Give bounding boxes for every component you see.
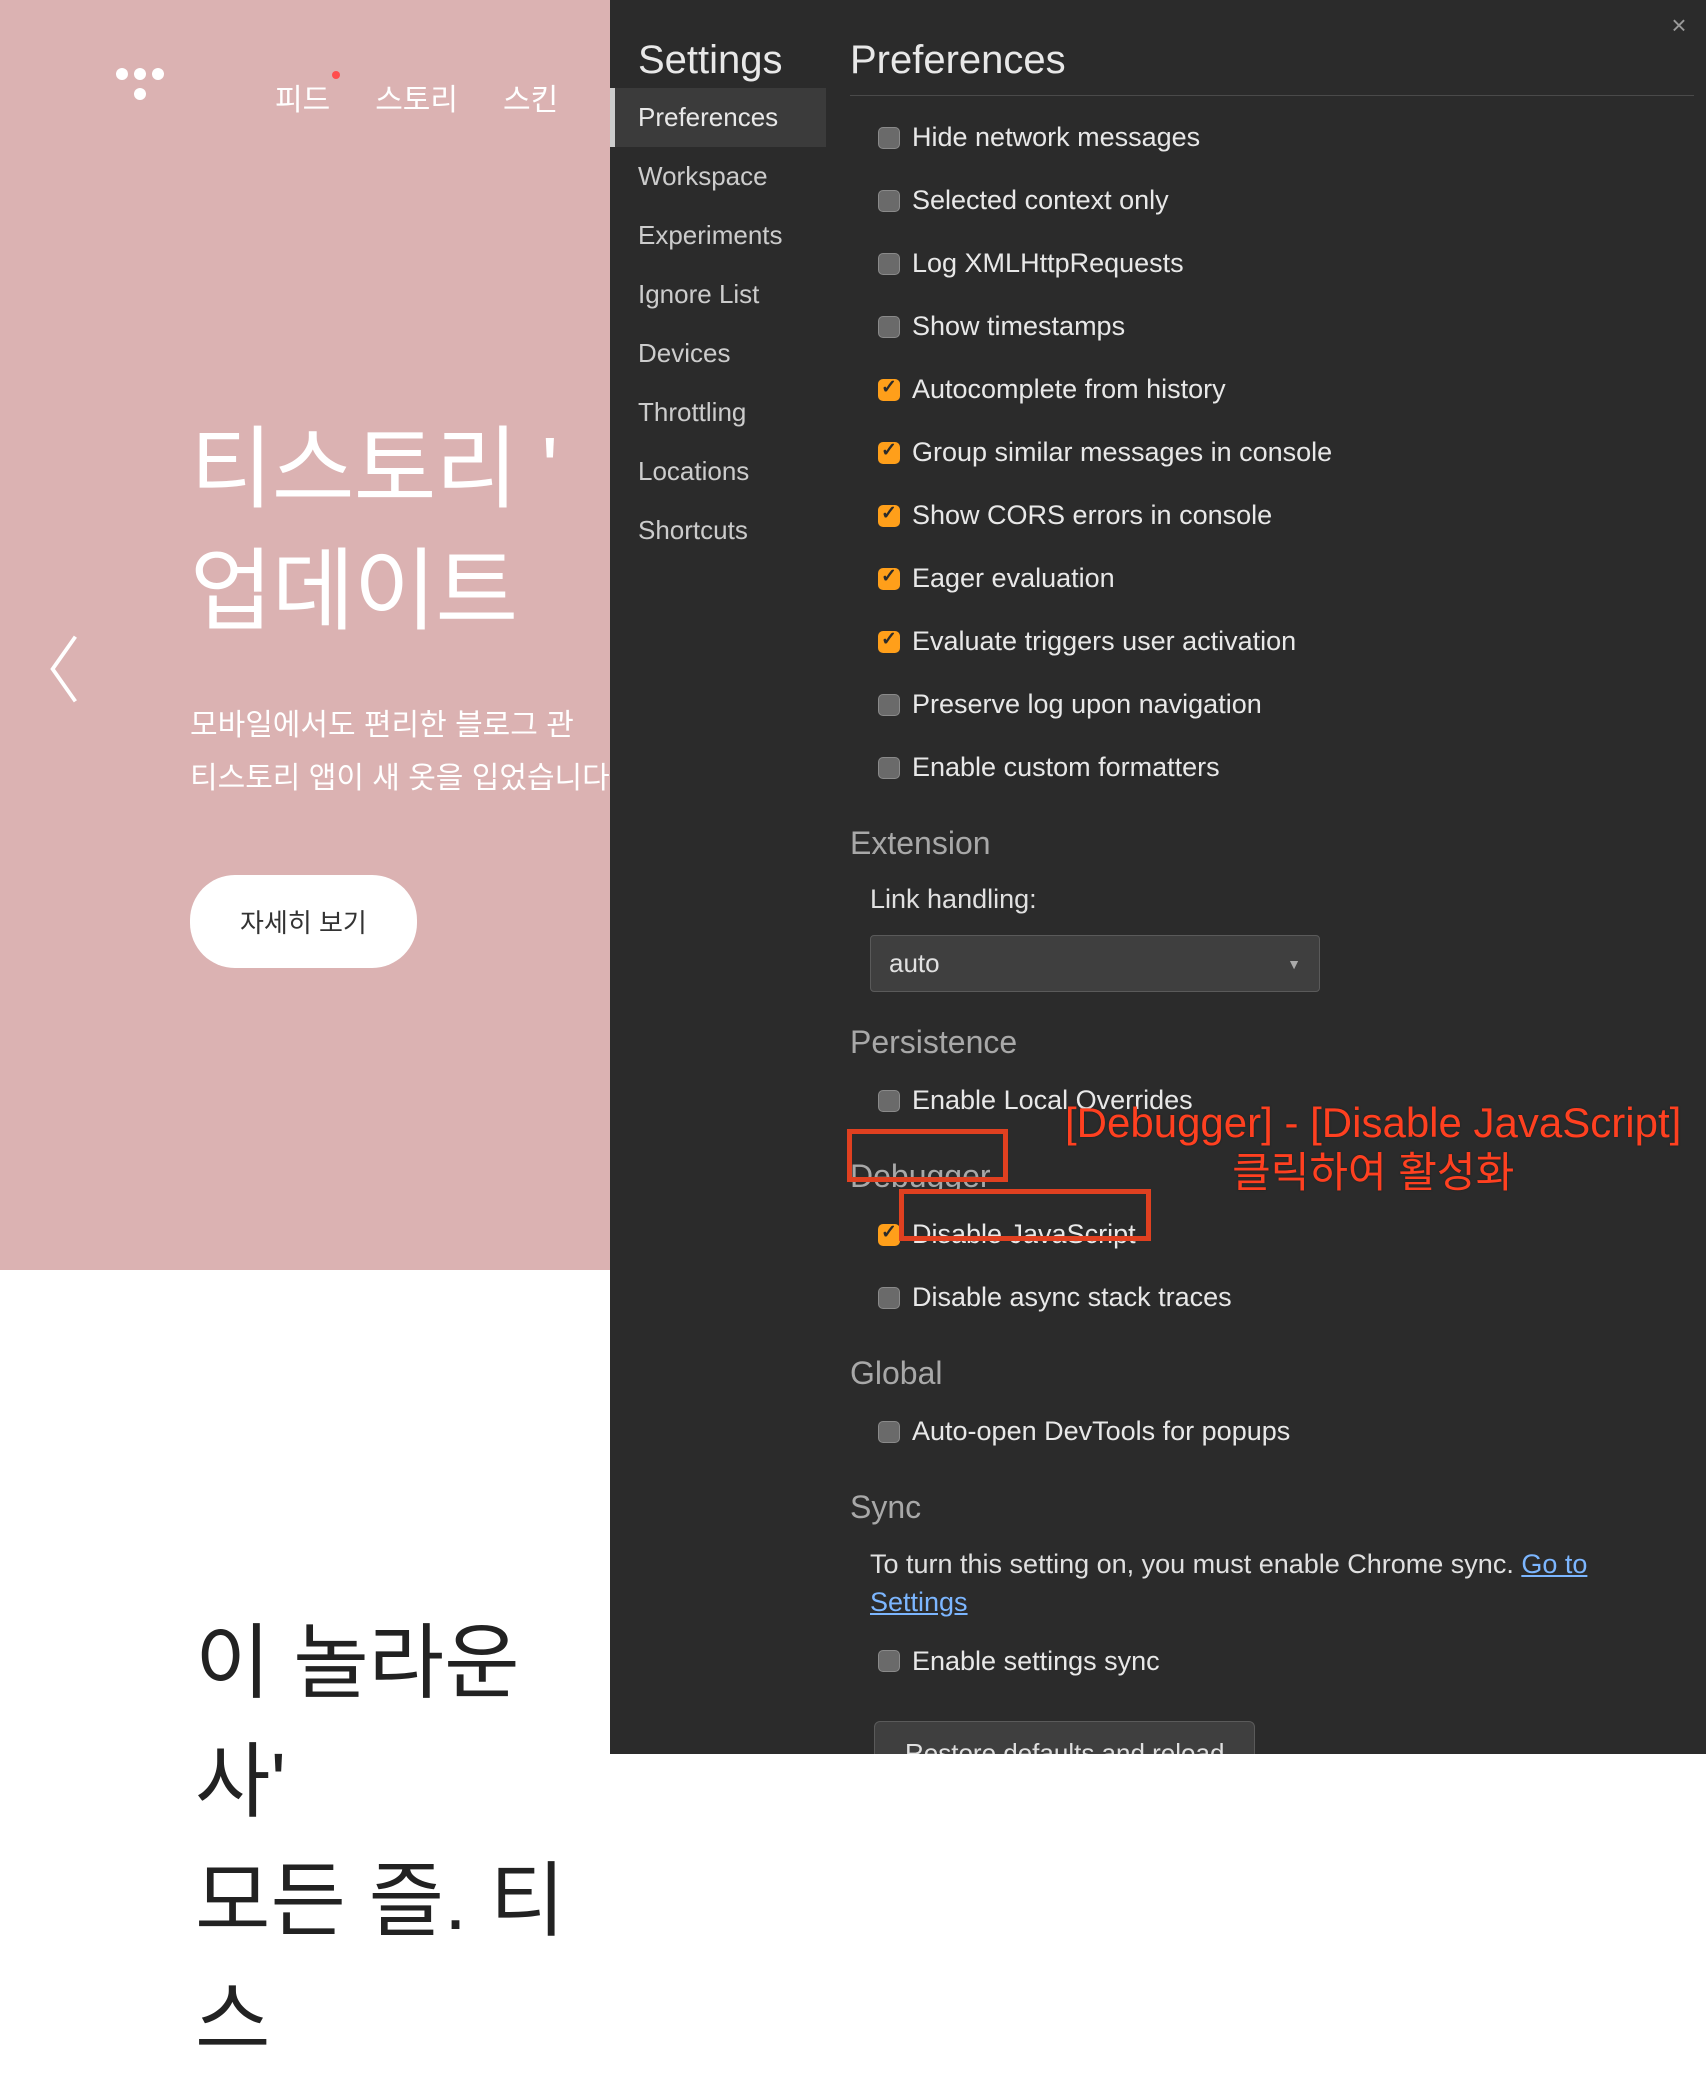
link-handling-select[interactable]: auto ▼ [870, 935, 1320, 992]
pref-custom-formatters[interactable]: Enable custom formatters [838, 736, 1706, 799]
hero-cta-button[interactable]: 자세히 보기 [190, 875, 417, 968]
sidebar-item-preferences[interactable]: Preferences [610, 88, 826, 147]
checkbox-icon[interactable] [878, 694, 900, 716]
pref-disable-async-stack[interactable]: Disable async stack traces [838, 1266, 1706, 1329]
nav-story[interactable]: 스토리 [375, 75, 458, 119]
devtools-settings-panel: Settings × Preferences Workspace Experim… [610, 0, 1706, 1754]
checkbox-icon[interactable] [878, 757, 900, 779]
hero-title: 티스토리 ' 업데이트 [190, 410, 557, 653]
pref-cors-errors[interactable]: Show CORS errors in console [838, 484, 1706, 547]
checkbox-icon[interactable] [878, 253, 900, 275]
section-persistence: Persistence [838, 998, 1706, 1069]
pref-group-similar[interactable]: Group similar messages in console [838, 421, 1706, 484]
checkbox-icon[interactable] [878, 379, 900, 401]
section-global: Global [838, 1329, 1706, 1400]
annotation-text: [Debugger] - [Disable JavaScript] 클릭하여 활… [1065, 1098, 1681, 1199]
section-extension: Extension [838, 799, 1706, 870]
pref-preserve-log[interactable]: Preserve log upon navigation [838, 673, 1706, 736]
pref-eval-triggers[interactable]: Evaluate triggers user activation [838, 610, 1706, 673]
sidebar-item-shortcuts[interactable]: Shortcuts [610, 501, 826, 560]
settings-sidebar: Preferences Workspace Experiments Ignore… [610, 88, 826, 560]
checkbox-icon[interactable] [878, 631, 900, 653]
preferences-title: Preferences [838, 0, 1706, 95]
sidebar-item-experiments[interactable]: Experiments [610, 206, 826, 265]
checkbox-icon[interactable] [878, 190, 900, 212]
pref-auto-open-devtools[interactable]: Auto-open DevTools for popups [838, 1400, 1706, 1463]
top-nav: 피드 스토리 스킨 [275, 75, 558, 119]
sidebar-item-ignore-list[interactable]: Ignore List [610, 265, 826, 324]
pref-show-timestamps[interactable]: Show timestamps [838, 295, 1706, 358]
pref-selected-context[interactable]: Selected context only [838, 169, 1706, 232]
checkbox-icon[interactable] [878, 1421, 900, 1443]
background-page: 피드 스토리 스킨 티스토리 ' 업데이트 모바일에서도 편리한 블로그 관 티… [0, 0, 610, 1754]
pref-log-xhr[interactable]: Log XMLHttpRequests [838, 232, 1706, 295]
pref-disable-javascript[interactable]: Disable JavaScript [838, 1203, 1706, 1266]
sidebar-item-devices[interactable]: Devices [610, 324, 826, 383]
pref-autocomplete[interactable]: Autocomplete from history [838, 358, 1706, 421]
preferences-content: Preferences Hide network messages Select… [838, 0, 1706, 1754]
link-handling-label: Link handling: [838, 870, 1706, 929]
pref-enable-settings-sync[interactable]: Enable settings sync [838, 1630, 1706, 1693]
checkbox-icon[interactable] [878, 1650, 900, 1672]
sidebar-item-locations[interactable]: Locations [610, 442, 826, 501]
carousel-prev-icon[interactable] [45, 630, 83, 708]
restore-defaults-button[interactable]: Restore defaults and reload [874, 1721, 1255, 1754]
section-sync: Sync [838, 1463, 1706, 1534]
checkbox-icon[interactable] [878, 442, 900, 464]
sidebar-item-workspace[interactable]: Workspace [610, 147, 826, 206]
hero-description: 모바일에서도 편리한 블로그 관 티스토리 앱이 새 옷을 입었습니다 [190, 700, 610, 805]
nav-feed[interactable]: 피드 [275, 75, 330, 119]
checkbox-icon[interactable] [878, 127, 900, 149]
checkbox-icon[interactable] [878, 316, 900, 338]
pref-eager-eval[interactable]: Eager evaluation [838, 547, 1706, 610]
checkbox-icon[interactable] [878, 1224, 900, 1246]
nav-skin[interactable]: 스킨 [503, 75, 558, 119]
logo-icon[interactable] [110, 68, 170, 100]
settings-title: Settings [638, 38, 783, 83]
pref-hide-network[interactable]: Hide network messages [838, 106, 1706, 169]
chevron-down-icon: ▼ [1287, 956, 1301, 972]
bottom-headline: 이 놀라운 사' 모든 즐. 티스 [195, 1605, 610, 2081]
sync-description: To turn this setting on, you must enable… [838, 1534, 1706, 1630]
checkbox-icon[interactable] [878, 1090, 900, 1112]
checkbox-icon[interactable] [878, 505, 900, 527]
checkbox-icon[interactable] [878, 1287, 900, 1309]
checkbox-icon[interactable] [878, 568, 900, 590]
sidebar-item-throttling[interactable]: Throttling [610, 383, 826, 442]
